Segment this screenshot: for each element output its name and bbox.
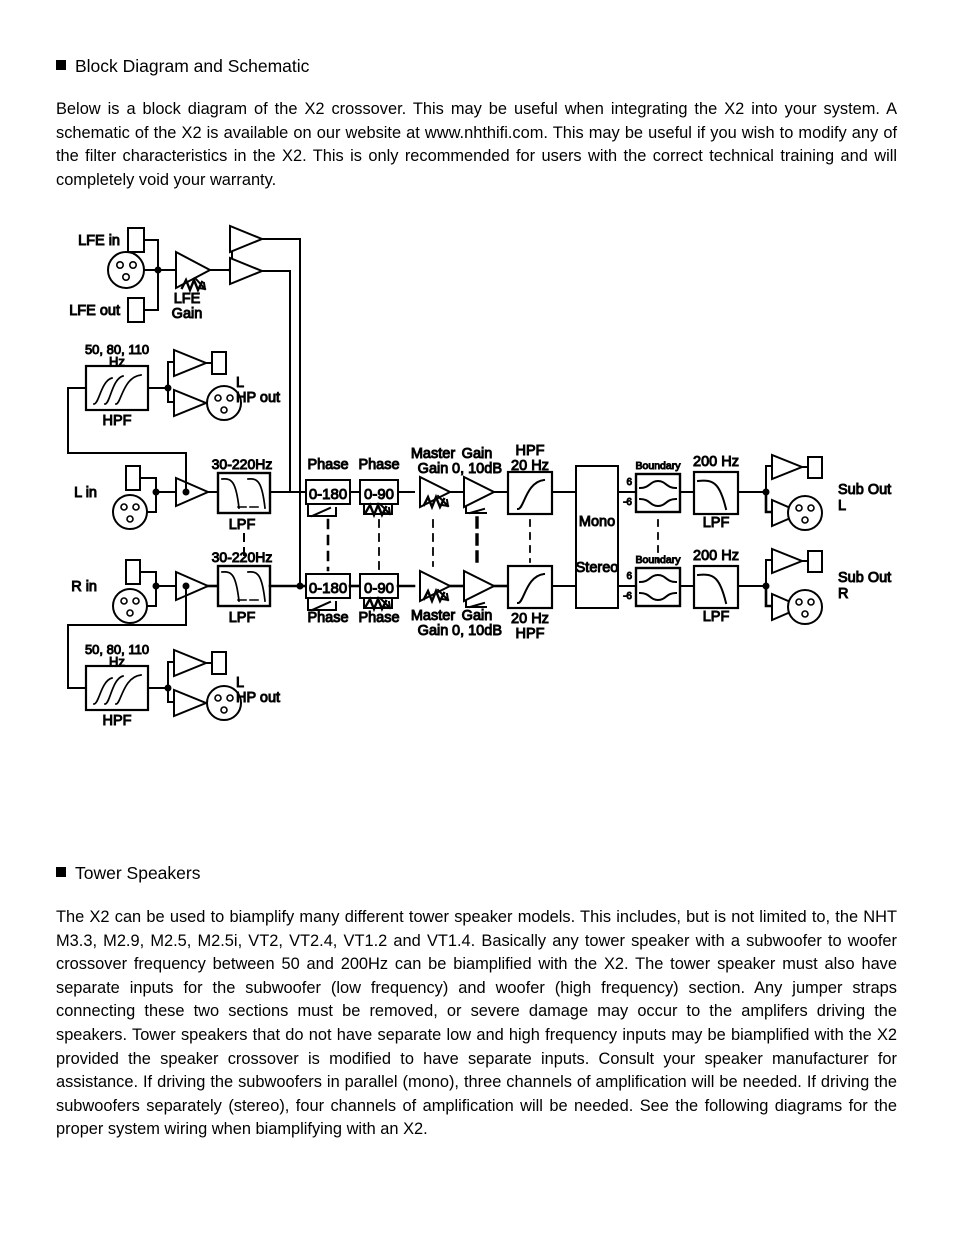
r-in-jack [125, 559, 141, 585]
label-hpf20-bottom-2: HPF [516, 626, 545, 642]
sub-out-l-jack [807, 456, 823, 479]
label-gain-bottom-1: Gain [462, 608, 493, 624]
label-lpf200-top-lpf: LPF [703, 515, 730, 531]
lfe-in-jack [127, 227, 145, 253]
label-gain-bottom-2: 0, 10dB [452, 623, 502, 639]
mono-stereo-switch [575, 465, 619, 609]
lfe-out-jack [127, 297, 145, 323]
label-r-in: R in [71, 579, 97, 595]
gain-switch-bottom [463, 569, 497, 603]
label-lfe-gain-2: Gain [172, 306, 203, 322]
hp-out-bottom-jack [211, 651, 227, 675]
label-gain-top-2: 0, 10dB [452, 461, 502, 477]
label-phase-90-top: Phase [358, 457, 399, 473]
hp-out-top-jack [211, 351, 227, 375]
label-l-in: L in [74, 485, 97, 501]
label-lpf-range-bottom: 30-220Hz [212, 549, 273, 565]
label-lpf200-top: 200 Hz [693, 454, 739, 470]
label-hp-out-top-2: HP out [236, 390, 280, 406]
value-phase-0-180-top: 0-180 [309, 486, 347, 503]
label-gain-top-1: Gain [462, 446, 493, 462]
manual-page: Block Diagram and Schematic Below is a b… [0, 0, 954, 1235]
section-heading-text-2: Tower Speakers [75, 863, 201, 883]
value-phase-0-90-bottom: 0-90 [364, 580, 394, 597]
label-boundary-top: Boundary [636, 460, 682, 472]
l-in-jack [125, 465, 141, 491]
lfe-xlr-connector [107, 251, 145, 289]
gain-switch-top [463, 475, 497, 509]
lpf-200hz-bottom [692, 564, 740, 610]
label-hpf-top: HPF [103, 413, 132, 429]
label-hpf-bottom: HPF [103, 713, 132, 729]
label-sub-out-r-2: R [838, 586, 848, 602]
label-sub-out-l-2: L [838, 498, 846, 514]
label-sub-out-r-1: Sub Out [838, 570, 891, 586]
lpf-200hz-top [692, 470, 740, 516]
label-boundary-bottom: Boundary [636, 554, 682, 566]
label-lpf200-bottom-lpf: LPF [703, 609, 730, 625]
l-in-xlr [112, 494, 148, 530]
r-in-xlr [112, 588, 148, 624]
label-phase-180-top: Phase [307, 457, 348, 473]
label-phase-90-bottom: Phase [358, 610, 399, 626]
label-hpf-top-freqs-2: Hz [109, 354, 125, 369]
label-lpf-top: LPF [229, 517, 256, 533]
label-boundary-top-minus: -6 [623, 497, 632, 508]
label-lfe-gain-1: LFE [174, 291, 201, 307]
label-lpf200-bottom: 200 Hz [693, 548, 739, 564]
value-phase-0-180-bottom: 0-180 [309, 580, 347, 597]
label-master-gain-top-1: Master [411, 446, 455, 462]
label-hp-out-bottom-1: L [236, 675, 244, 691]
label-master-gain-bottom-2: Gain [418, 623, 449, 639]
label-hpf20-top-1: HPF [516, 443, 545, 459]
label-lfe-out: LFE out [69, 303, 120, 319]
label-stereo: Stereo [576, 560, 619, 576]
label-mono: Mono [579, 514, 615, 530]
section-heading-tower-speakers: Tower Speakers [56, 863, 200, 883]
label-hp-out-top-1: L [236, 375, 244, 391]
label-lpf-bottom: LPF [229, 610, 256, 626]
label-lfe-in: LFE in [78, 233, 120, 249]
label-lpf-range-top: 30-220Hz [212, 456, 273, 472]
bullet-square-icon-2 [56, 867, 66, 877]
label-hpf-bottom-freqs-2: Hz [109, 654, 125, 669]
hpf-20hz-bottom [506, 564, 554, 610]
label-sub-out-l-1: Sub Out [838, 482, 891, 498]
label-master-gain-bottom-1: Master [411, 608, 455, 624]
value-phase-0-90-top: 0-90 [364, 486, 394, 503]
label-boundary-top-plus: 6 [626, 477, 632, 488]
label-boundary-bottom-plus: 6 [626, 571, 632, 582]
label-boundary-bottom-minus: -6 [623, 591, 632, 602]
label-hpf20-top-2: 20 Hz [511, 458, 549, 474]
sub-out-l-xlr [787, 495, 823, 531]
sub-out-r-xlr [787, 589, 823, 625]
sub-out-r-jack [807, 550, 823, 573]
label-hpf20-bottom-1: 20 Hz [511, 611, 549, 627]
label-phase-180-bottom: Phase [307, 610, 348, 626]
hpf-20hz-top [506, 470, 554, 516]
label-master-gain-top-2: Gain [418, 461, 449, 477]
paragraph-tower-speakers: The X2 can be used to biamplify many dif… [56, 908, 897, 1139]
label-hp-out-bottom-2: HP out [236, 690, 280, 706]
